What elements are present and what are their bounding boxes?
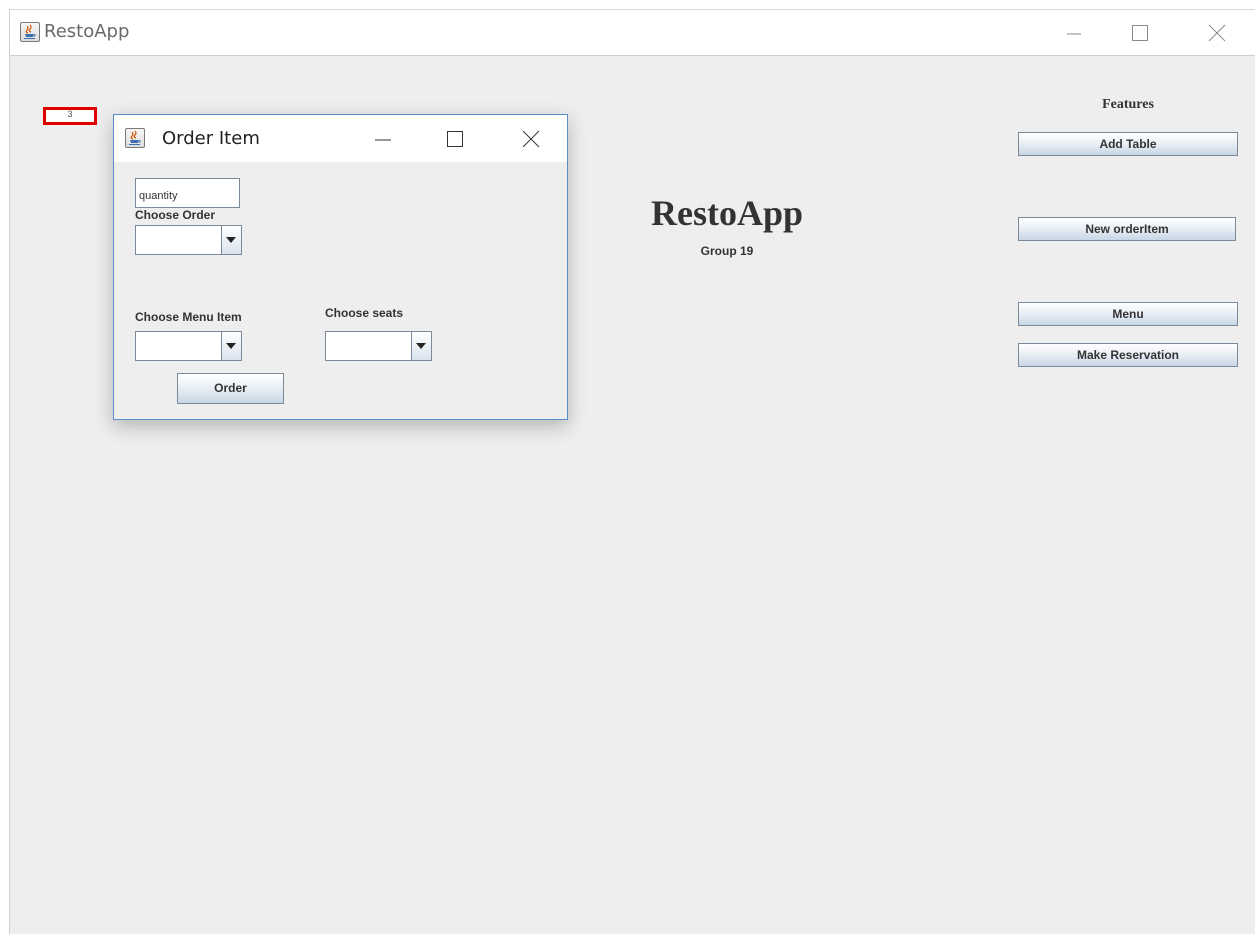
dialog-minimize-button[interactable] — [360, 116, 406, 161]
chevron-down-icon — [226, 237, 236, 243]
brand-title: RestoApp — [650, 193, 803, 233]
selection-marker[interactable]: 3 — [43, 107, 97, 125]
order-button[interactable]: Order — [177, 373, 284, 404]
quantity-input[interactable] — [135, 178, 240, 208]
minimize-icon — [375, 139, 391, 140]
minimize-icon — [1067, 33, 1081, 34]
main-maximize-button[interactable] — [1117, 10, 1163, 55]
choose-seats-label: Choose seats — [325, 306, 404, 320]
choose-menu-item-combo[interactable] — [135, 331, 242, 361]
dialog-titlebar[interactable]: Order Item — [114, 115, 567, 162]
dialog-maximize-button[interactable] — [432, 116, 478, 161]
dialog-title: Order Item — [162, 128, 260, 149]
main-minimize-button[interactable] — [1051, 10, 1097, 55]
java-cup-icon — [20, 22, 40, 42]
order-item-dialog: Order Item Choose Order Choose Men — [113, 114, 568, 420]
make-reservation-button[interactable]: Make Reservation — [1018, 343, 1238, 367]
main-titlebar[interactable]: RestoApp — [10, 10, 1255, 56]
main-window-title: RestoApp — [44, 21, 130, 42]
menu-button[interactable]: Menu — [1018, 302, 1238, 326]
add-table-button[interactable]: Add Table — [1018, 132, 1238, 156]
chevron-down-icon — [416, 343, 426, 349]
new-orderitem-button[interactable]: New orderItem — [1018, 217, 1236, 241]
close-icon — [522, 130, 540, 147]
main-close-button[interactable] — [1194, 10, 1240, 55]
features-heading: Features — [1102, 97, 1154, 112]
choose-order-combo[interactable] — [135, 225, 242, 255]
choose-seats-combo[interactable] — [325, 331, 432, 361]
chevron-down-icon — [226, 343, 236, 349]
maximize-icon — [1132, 24, 1148, 41]
choose-seats-dropdown-button[interactable] — [411, 332, 431, 360]
maximize-icon — [447, 130, 463, 147]
choose-order-label: Choose Order — [135, 208, 216, 222]
group-subtitle: Group 19 — [700, 244, 754, 258]
close-icon — [1208, 24, 1226, 41]
dialog-close-button[interactable] — [508, 116, 554, 161]
choose-menu-item-dropdown-button[interactable] — [221, 332, 241, 360]
choose-order-dropdown-button[interactable] — [221, 226, 241, 254]
choose-menu-item-label: Choose Menu Item — [135, 310, 242, 324]
java-cup-icon — [125, 128, 145, 148]
